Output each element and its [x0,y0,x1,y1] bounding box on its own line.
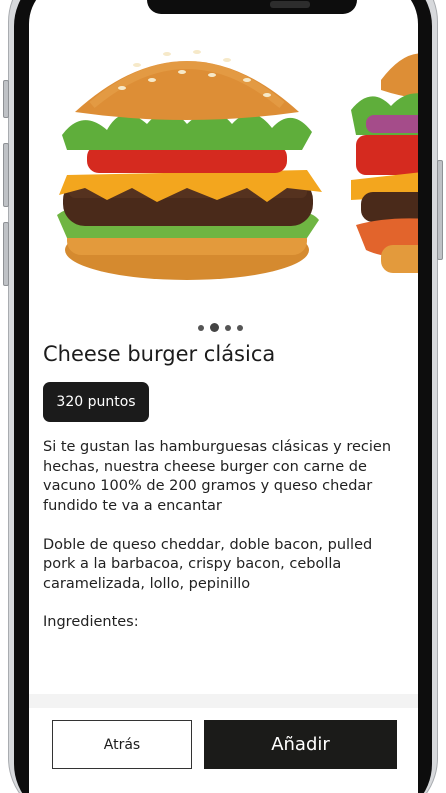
description-paragraph: Doble de queso cheddar, doble bacon, pul… [43,536,373,592]
description-paragraph: Si te gustan las hamburguesas clásicas y… [43,439,392,514]
power-button [437,160,443,260]
burger-photo [351,40,418,300]
product-description: Si te gustan las hamburguesas clásicas y… [43,438,408,614]
volume-down-button [3,222,9,286]
cheeseburger-photo [37,20,332,312]
ingredients-label: Ingredientes: [43,614,139,630]
back-button[interactable]: Atrás [52,720,192,769]
carousel-dot[interactable] [237,324,243,331]
carousel-dot[interactable] [225,324,231,331]
image-carousel[interactable] [29,0,418,312]
add-button[interactable]: Añadir [204,720,397,769]
product-title: Cheese burger clásica [43,342,276,366]
carousel-dot-active[interactable] [210,323,219,332]
carousel-pagination [198,323,243,332]
carousel-dot[interactable] [198,324,204,331]
points-badge: 320 puntos [43,382,149,422]
mute-switch [3,80,9,118]
volume-up-button [3,143,9,207]
